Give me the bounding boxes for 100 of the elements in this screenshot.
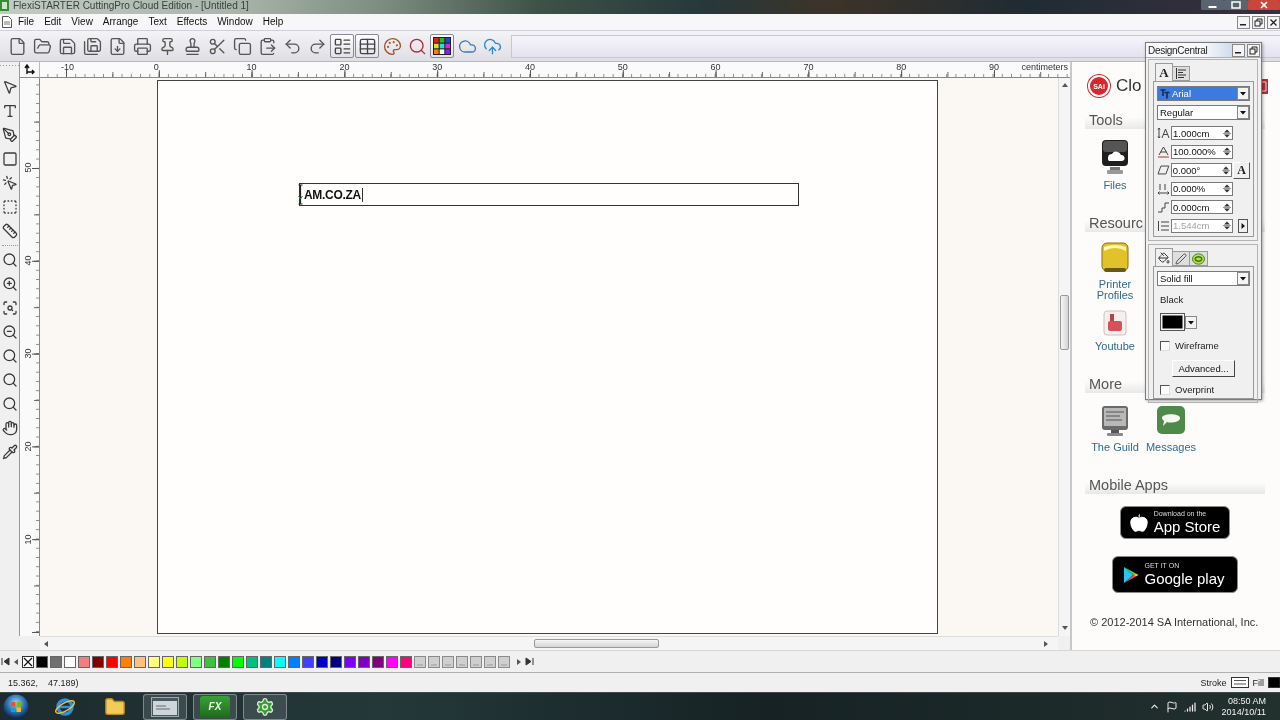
swatch-icon[interactable] (246, 655, 258, 668)
minimize-icon[interactable] (1237, 15, 1250, 29)
taskbar-button[interactable]: FX (193, 693, 237, 720)
eyedropper-icon[interactable] (1, 444, 18, 460)
swatch-icon[interactable] (316, 655, 328, 668)
swatch-icon[interactable] (50, 655, 62, 668)
swatch-icon[interactable] (92, 655, 104, 668)
text-frame[interactable]: AM.CO.ZA (299, 183, 799, 206)
panel-tab[interactable]: A (1155, 63, 1173, 81)
no-color-icon[interactable] (22, 655, 34, 668)
caret-right-icon[interactable] (1238, 218, 1248, 233)
swatch-icon[interactable] (386, 655, 398, 668)
restore-icon[interactable] (1247, 43, 1260, 57)
swatch-icon[interactable] (134, 655, 146, 668)
table-panel-button[interactable] (355, 34, 379, 58)
magnifier-icon[interactable] (1, 348, 18, 364)
text-style-button[interactable]: A (1233, 161, 1250, 179)
swatch-icon[interactable] (302, 655, 314, 668)
maximize-icon[interactable] (1224, 0, 1248, 10)
close-icon[interactable] (1267, 15, 1280, 29)
spin-field[interactable]: 0.000cm (1171, 200, 1233, 215)
skip-back-icon[interactable] (1, 657, 10, 666)
magnifier-icon[interactable] (1, 372, 18, 388)
fill-type-dropdown[interactable]: Solid fill (1157, 271, 1250, 286)
empty-swatch-icon[interactable] (428, 655, 440, 668)
restore-icon[interactable] (1252, 15, 1265, 29)
menu-item[interactable]: Window (212, 16, 258, 28)
taskbar-button[interactable] (143, 693, 187, 720)
font-dropdown[interactable]: Arial (1157, 86, 1250, 101)
corner-arrows-icon[interactable] (24, 64, 35, 75)
caret-up-icon[interactable] (1060, 81, 1069, 89)
swatch-icon[interactable] (120, 655, 132, 668)
flag-icon[interactable] (1165, 700, 1178, 713)
menu-item[interactable]: Help (257, 16, 289, 28)
spin-arrows-icon[interactable] (1223, 146, 1231, 158)
spin-arrows-icon[interactable] (1223, 183, 1231, 195)
caret-left-icon[interactable] (12, 657, 20, 666)
caret-right-icon[interactable] (1042, 639, 1050, 648)
swatch-icon[interactable] (1160, 313, 1185, 331)
spin-arrows-icon[interactable] (1223, 201, 1231, 213)
swatch-icon[interactable] (78, 655, 90, 668)
hand-icon[interactable] (1, 420, 18, 436)
taskbar-button[interactable] (243, 693, 287, 720)
swatch-icon[interactable] (162, 655, 174, 668)
swatch-icon[interactable] (400, 655, 412, 668)
swatch-icon[interactable] (64, 655, 76, 668)
menu-item[interactable]: View (66, 16, 98, 28)
minimize-icon[interactable] (1201, 0, 1224, 10)
fill-swatch-icon[interactable] (1268, 677, 1280, 688)
swatch-icon[interactable] (36, 655, 48, 668)
zoom-out-icon[interactable] (1, 324, 18, 340)
spin-field[interactable]: 0.000% (1171, 181, 1233, 196)
menu-item[interactable]: File (13, 16, 40, 28)
swatch-icon[interactable] (274, 655, 286, 668)
swatch-icon[interactable] (288, 655, 300, 668)
dashed-square-icon[interactable] (1, 199, 18, 215)
speaker-icon[interactable] (1201, 700, 1214, 713)
spin-field[interactable]: 0.000° (1170, 163, 1233, 178)
start-orb-icon[interactable] (3, 693, 31, 720)
ruler-icon[interactable] (1, 223, 18, 239)
swatch-icon[interactable] (218, 655, 230, 668)
minimize-icon[interactable] (1232, 43, 1245, 57)
swatch-icon[interactable] (372, 655, 384, 668)
swatch-icon[interactable] (176, 655, 188, 668)
empty-swatch-icon[interactable] (498, 655, 510, 668)
swatch-icon[interactable] (148, 655, 160, 668)
menu-item[interactable]: Effects (171, 16, 213, 28)
swatch-icon[interactable] (344, 655, 356, 668)
empty-swatch-icon[interactable] (442, 655, 454, 668)
spin-arrows-icon[interactable] (1223, 127, 1231, 139)
panel-link[interactable]: Messages (1143, 405, 1199, 453)
zoom-in-icon[interactable] (1, 276, 18, 292)
spin-field[interactable]: 100.000% (1171, 144, 1233, 159)
caret-down-icon[interactable] (1060, 624, 1069, 632)
empty-swatch-icon[interactable] (470, 655, 482, 668)
spin-arrows-icon[interactable] (1222, 164, 1231, 176)
swatch-icon[interactable] (190, 655, 202, 668)
swatch-icon[interactable] (260, 655, 272, 668)
scrollbar-thumb[interactable] (1060, 295, 1069, 350)
empty-swatch-icon[interactable] (456, 655, 468, 668)
pointer-icon[interactable] (1, 79, 18, 95)
checkbox[interactable] (1160, 384, 1170, 395)
spin-field[interactable]: 1.000cm (1171, 126, 1233, 140)
style-dropdown[interactable]: Regular (1157, 105, 1250, 120)
magnifier-icon[interactable] (1, 396, 18, 412)
panel-link[interactable]: Printer Profiles (1087, 242, 1143, 301)
panel-link[interactable]: Files (1087, 139, 1143, 191)
swatch-icon[interactable] (358, 655, 370, 668)
menu-item[interactable]: Edit (39, 16, 67, 28)
scrollbar-thumb[interactable] (534, 639, 659, 648)
menu-item[interactable]: Text (143, 16, 172, 28)
list-panel-button[interactable] (330, 34, 354, 58)
text-tool-icon[interactable] (1, 103, 18, 119)
stroke-swatch-icon[interactable] (1230, 677, 1249, 688)
scan-search-icon[interactable] (1, 300, 18, 316)
menu-item[interactable]: Arrange (97, 16, 144, 28)
swatch-icon[interactable] (204, 655, 216, 668)
skip-forward-icon[interactable] (525, 657, 534, 666)
rectangle-icon[interactable] (1, 151, 18, 167)
caret-left-icon[interactable] (42, 639, 50, 648)
